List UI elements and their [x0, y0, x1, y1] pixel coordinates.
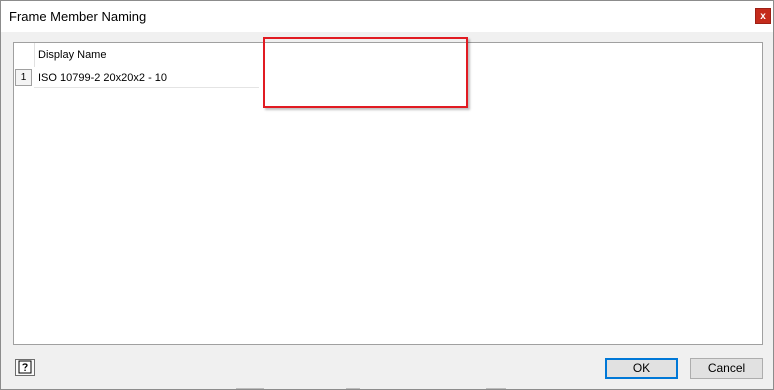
row-number-header[interactable]: 1 — [15, 69, 32, 86]
help-button[interactable] — [15, 359, 35, 376]
cell-divider — [34, 87, 259, 88]
column-header-display-name[interactable]: Display Name — [38, 49, 106, 61]
close-button[interactable]: x — [755, 8, 771, 24]
frame-member-naming-dialog: Frame Member Naming x Display Name 1 ISO… — [0, 0, 774, 390]
annotation-highlight-box — [263, 37, 468, 108]
window-title: Frame Member Naming — [9, 9, 147, 24]
title-bar[interactable]: Frame Member Naming x — [1, 1, 773, 32]
grid-corner-cell — [14, 43, 35, 67]
help-question-icon — [18, 360, 32, 374]
display-name-cell[interactable]: ISO 10799-2 20x20x2 - 10 — [38, 72, 167, 84]
cancel-button[interactable]: Cancel — [690, 358, 763, 379]
ok-button[interactable]: OK — [605, 358, 678, 379]
